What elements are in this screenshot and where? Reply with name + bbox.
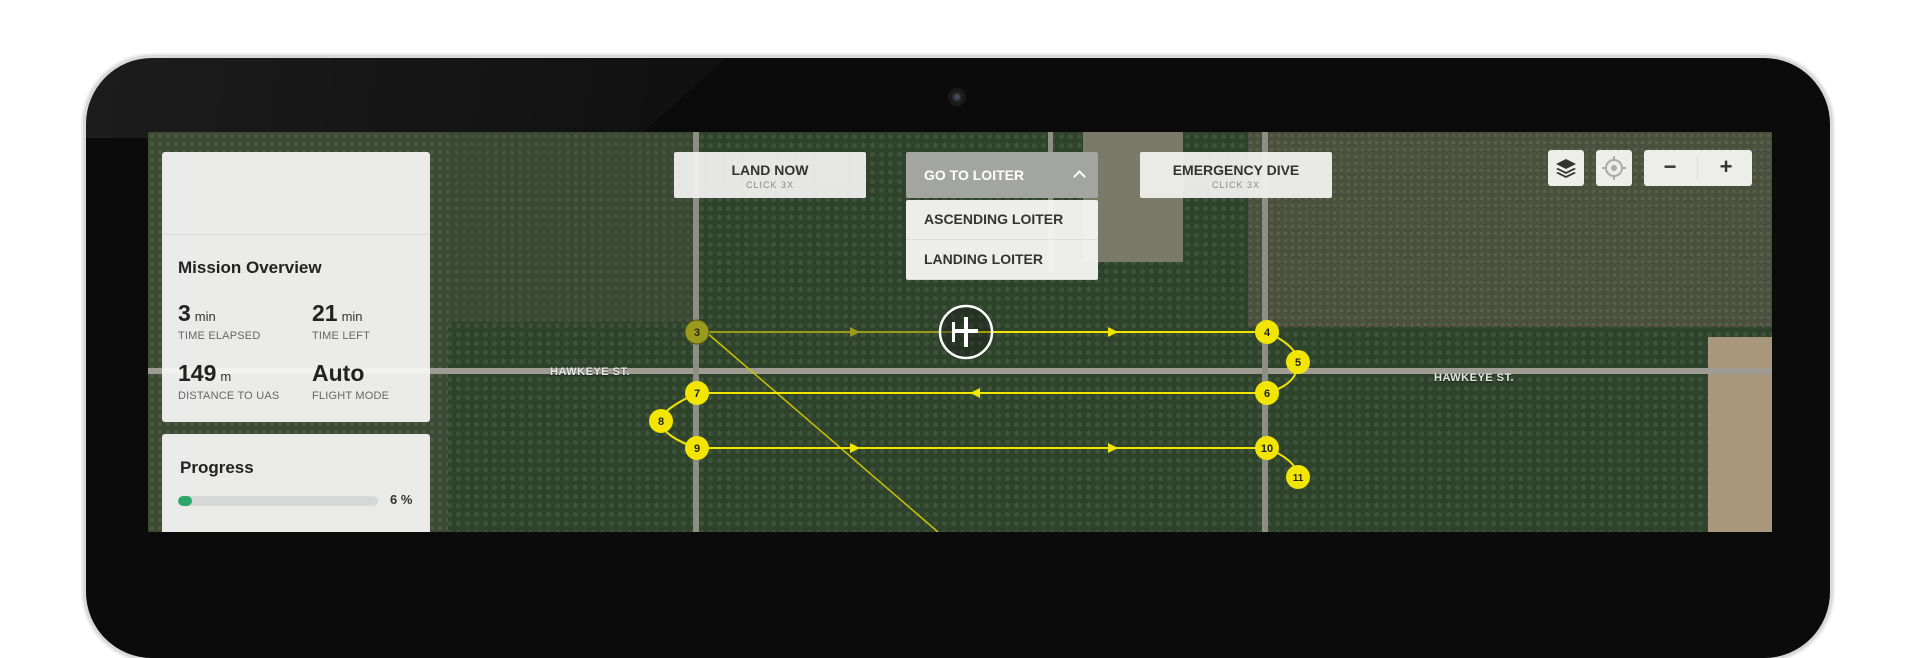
waypoint-label: 9 (694, 443, 700, 455)
time-elapsed-label: TIME ELAPSED (178, 330, 261, 342)
zoom-control: − + (1644, 150, 1752, 186)
progress-bar (178, 496, 378, 506)
stat-time-left: 21 min TIME LEFT (312, 300, 370, 342)
waypoint-9[interactable]: 9 (685, 436, 709, 460)
road-label-hawkeye: HAWKEYE ST. (1434, 372, 1515, 384)
progress-bar-fill (178, 496, 192, 506)
chevron-up-icon (1073, 170, 1086, 183)
emergency-dive-label: EMERGENCY DIVE (1172, 162, 1300, 178)
stat-distance: 149 m DISTANCE TO UAS (178, 360, 279, 402)
road-label-hawkeye: HAWKEYE ST. (550, 366, 631, 378)
stat-time-elapsed: 3 min TIME ELAPSED (178, 300, 260, 342)
land-now-hint: CLICK 3X (745, 180, 795, 190)
zoom-in-button[interactable]: + (1700, 150, 1752, 186)
waypoint-5[interactable]: 5 (1286, 350, 1310, 374)
distance-unit: m (220, 369, 232, 384)
waypoint-7[interactable]: 7 (685, 381, 709, 405)
crosshair-icon (1602, 156, 1626, 180)
flight-mode-label: FLIGHT MODE (312, 390, 390, 402)
webcam (948, 88, 966, 106)
waypoint-10[interactable]: 10 (1255, 436, 1279, 460)
mission-overview-title: Mission Overview (178, 258, 322, 277)
progress-percent: 6 % (390, 492, 413, 507)
land-now-label: LAND NOW (731, 162, 809, 178)
waypoint-label: 8 (658, 416, 664, 428)
stat-flight-mode: Auto FLIGHT MODE (312, 360, 389, 402)
time-left-unit: min (341, 309, 363, 324)
menu-item-ascending-loiter[interactable]: ASCENDING LOITER (906, 200, 1098, 240)
progress-panel: Progress 6 % (162, 434, 430, 532)
go-to-loiter-dropdown[interactable]: GO TO LOITER (906, 152, 1098, 198)
time-elapsed-value: 3 (178, 300, 191, 326)
progress-title: Progress (180, 458, 254, 477)
loiter-menu: ASCENDING LOITER LANDING LOITER (906, 200, 1098, 280)
distance-value: 149 (178, 360, 217, 386)
emergency-dive-button[interactable]: EMERGENCY DIVE CLICK 3X (1140, 152, 1332, 198)
menu-item-landing-loiter[interactable]: LANDING LOITER (906, 240, 1098, 280)
waypoint-label: 3 (694, 327, 700, 339)
go-to-loiter-label: GO TO LOITER (924, 167, 1025, 183)
waypoint-8[interactable]: 8 (649, 409, 673, 433)
app-screen: 3 4 5 6 7 8 9 10 11 HAWKEYE ST. HAWKEYE … (148, 132, 1772, 532)
flight-mode-value: Auto (312, 360, 365, 386)
emergency-dive-hint: CLICK 3X (1211, 180, 1261, 190)
waypoint-label: 4 (1264, 327, 1271, 339)
screen-glare (86, 58, 726, 138)
waypoint-label: 5 (1295, 357, 1301, 369)
land-now-button[interactable]: LAND NOW CLICK 3X (674, 152, 866, 198)
waypoint-label: 6 (1264, 388, 1270, 400)
waypoint-3[interactable]: 3 (684, 319, 710, 345)
uas-aircraft-icon[interactable] (938, 304, 994, 360)
time-left-label: TIME LEFT (312, 330, 371, 342)
layers-button[interactable] (1548, 150, 1584, 186)
waypoint-6[interactable]: 6 (1255, 381, 1279, 405)
waypoint-label: 11 (1293, 473, 1304, 484)
time-elapsed-unit: min (194, 309, 216, 324)
time-left-value: 21 (312, 300, 338, 326)
orchard-field-nw (448, 132, 698, 322)
divider (162, 234, 430, 235)
waypoint-4[interactable]: 4 (1255, 320, 1279, 344)
layers-icon (1556, 159, 1576, 178)
waypoint-label: 10 (1261, 443, 1273, 455)
divider (1697, 156, 1698, 180)
waypoint-11[interactable]: 11 (1286, 465, 1310, 489)
waypoint-label: 7 (694, 388, 700, 400)
bare-field (1708, 337, 1772, 532)
zoom-out-button[interactable]: − (1644, 150, 1696, 186)
mission-overview-panel: Mission Overview 3 min TIME ELAPSED 21 min… (162, 152, 430, 422)
distance-label: DISTANCE TO UAS (178, 390, 280, 402)
locate-button[interactable] (1596, 150, 1632, 186)
